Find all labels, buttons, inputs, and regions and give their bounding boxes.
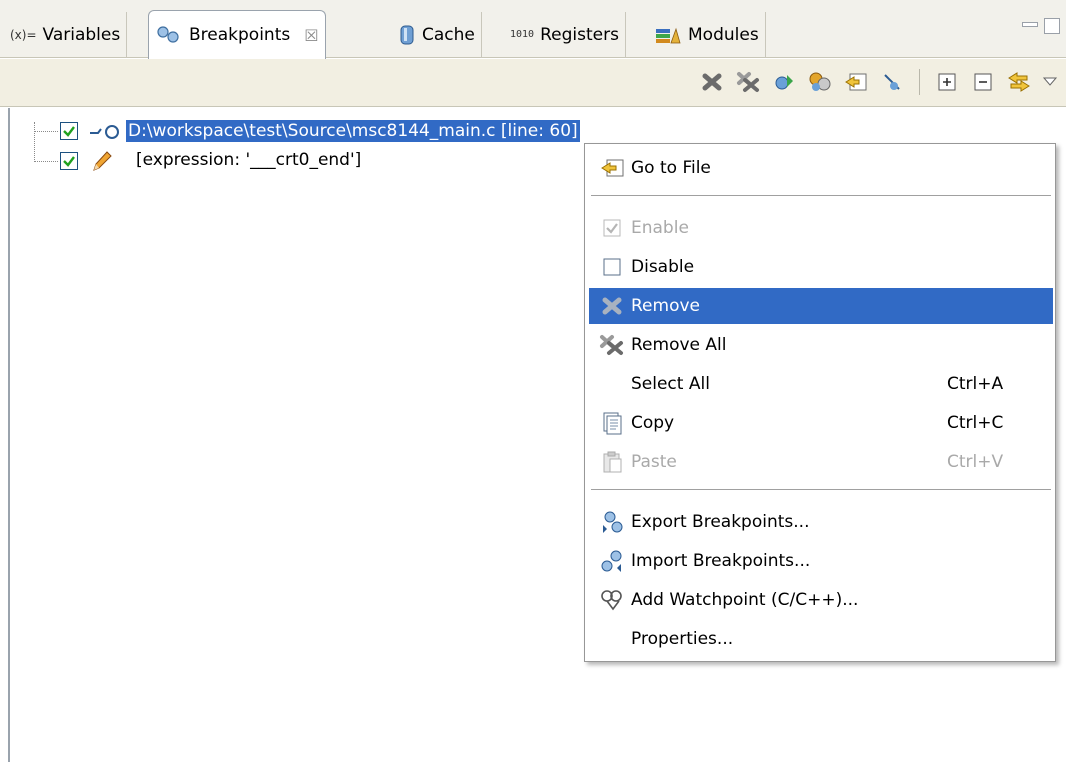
context-menu: Go to File Enable Disable Remove Remove …	[584, 143, 1056, 662]
pencil-icon	[90, 149, 114, 178]
remove-icon[interactable]	[699, 69, 725, 95]
menu-item-export-breakpoints[interactable]: Export Breakpoints...	[589, 504, 1053, 540]
menu-item-shortcut: Ctrl+V	[947, 452, 1004, 472]
expand-all-icon[interactable]	[934, 69, 960, 95]
view-tab-bar: (x)= Variables Breakpoints ☒ Cache 1010 …	[0, 0, 1066, 59]
go-to-file-icon	[597, 153, 627, 183]
modules-icon	[654, 25, 682, 45]
breakpoint-checkbox[interactable]	[60, 122, 78, 140]
tree-item[interactable]: D:\workspace\test\Source\msc8144_main.c …	[0, 117, 1066, 145]
breakpoints-icon	[155, 25, 183, 45]
menu-item-shortcut: Ctrl+A	[947, 374, 1004, 394]
tab-cache[interactable]: Cache	[392, 12, 482, 58]
breakpoint-label[interactable]: [expression: '___crt0_end']	[136, 150, 361, 170]
menu-item-add-watchpoint[interactable]: Add Watchpoint (C/C++)...	[589, 582, 1053, 618]
menu-item-properties[interactable]: Properties...	[589, 621, 1053, 657]
tab-breakpoints-label: Breakpoints	[189, 25, 291, 45]
toolbar-separator	[919, 69, 920, 95]
tab-modules[interactable]: Modules	[648, 12, 766, 58]
enable-check-icon	[597, 213, 627, 243]
window-controls	[1022, 18, 1060, 34]
menu-item-label: Enable	[631, 218, 689, 238]
breakpoint-label[interactable]: D:\workspace\test\Source\msc8144_main.c …	[126, 120, 580, 142]
view-toolbar	[0, 59, 1066, 107]
tab-cache-label: Cache	[422, 25, 475, 45]
remove-all-icon	[597, 330, 627, 360]
tab-variables[interactable]: (x)= Variables	[4, 12, 128, 58]
minimize-icon[interactable]	[1022, 22, 1038, 27]
remove-icon	[597, 291, 627, 321]
menu-item-label: Properties...	[631, 629, 734, 649]
remove-all-icon[interactable]	[735, 69, 761, 95]
paste-icon	[597, 447, 627, 477]
cache-icon	[398, 24, 416, 46]
registers-icon: 1010	[510, 29, 535, 40]
menu-item-label: Add Watchpoint (C/C++)...	[631, 590, 859, 610]
add-watchpoint-icon	[597, 585, 627, 615]
menu-item-label: Paste	[631, 452, 677, 472]
menu-item-copy[interactable]: Copy Ctrl+C	[589, 405, 1053, 441]
menu-item-enable[interactable]: Enable	[589, 210, 1053, 246]
menu-item-select-all[interactable]: Select All Ctrl+A	[589, 366, 1053, 402]
menu-item-label: Import Breakpoints...	[631, 551, 811, 571]
breakpoint-checkbox[interactable]	[60, 152, 78, 170]
tab-registers-label: Registers	[540, 25, 619, 45]
show-supported-breakpoints-icon[interactable]	[771, 69, 797, 95]
go-to-file-icon[interactable]	[843, 69, 869, 95]
copy-icon	[597, 408, 627, 438]
line-breakpoint-icon	[88, 121, 122, 146]
menu-item-remove-all[interactable]: Remove All	[589, 327, 1053, 363]
maximize-icon[interactable]	[1044, 18, 1060, 34]
menu-item-import-breakpoints[interactable]: Import Breakpoints...	[589, 543, 1053, 579]
menu-item-go-to-file[interactable]: Go to File	[589, 150, 1053, 186]
link-icon[interactable]	[1006, 69, 1032, 95]
menu-item-label: Remove	[631, 296, 700, 316]
tab-variables-label: Variables	[42, 25, 121, 45]
variables-icon: (x)=	[10, 28, 37, 42]
menu-item-paste[interactable]: Paste Ctrl+V	[589, 444, 1053, 480]
menu-item-label: Remove All	[631, 335, 727, 355]
link-with-debug-view-icon[interactable]	[879, 69, 905, 95]
view-left-border	[8, 108, 10, 762]
collapse-all-icon[interactable]	[970, 69, 996, 95]
disable-checkbox-icon	[597, 252, 627, 282]
tab-breakpoints[interactable]: Breakpoints ☒	[148, 10, 326, 59]
menu-item-remove[interactable]: Remove	[589, 288, 1053, 324]
tab-registers[interactable]: 1010 Registers	[504, 12, 626, 58]
view-menu-icon[interactable]	[1042, 69, 1058, 95]
export-breakpoints-icon	[597, 507, 627, 537]
close-icon[interactable]: ☒	[304, 26, 318, 45]
menu-item-label: Go to File	[631, 158, 711, 178]
menu-item-label: Export Breakpoints...	[631, 512, 810, 532]
tab-modules-label: Modules	[688, 25, 759, 45]
menu-item-label: Copy	[631, 413, 675, 433]
menu-item-shortcut: Ctrl+C	[947, 413, 1004, 433]
menu-item-label: Disable	[631, 257, 695, 277]
skip-all-breakpoints-icon[interactable]	[807, 69, 833, 95]
menu-item-disable[interactable]: Disable	[589, 249, 1053, 285]
menu-item-label: Select All	[631, 374, 710, 394]
import-breakpoints-icon	[597, 546, 627, 576]
menu-separator	[591, 489, 1051, 491]
menu-separator	[591, 195, 1051, 197]
